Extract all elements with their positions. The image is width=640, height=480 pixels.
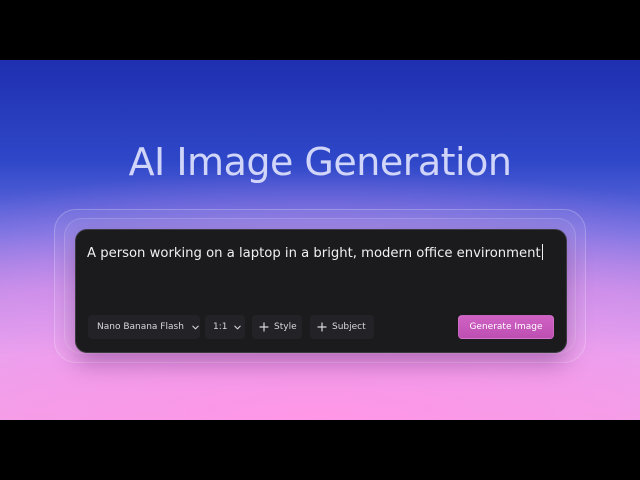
chevron-down-icon <box>233 323 242 332</box>
add-subject-label: Subject <box>332 322 366 332</box>
model-select[interactable]: Nano Banana Flash <box>88 315 200 339</box>
model-select-label: Nano Banana Flash <box>97 322 184 332</box>
prompt-card: A person working on a laptop in a bright… <box>75 229 567 353</box>
text-caret <box>541 244 543 260</box>
generate-image-button[interactable]: Generate Image <box>458 315 554 339</box>
plus-icon <box>317 322 327 332</box>
chevron-down-icon <box>191 323 200 332</box>
add-subject-button[interactable]: Subject <box>310 315 374 339</box>
plus-icon <box>259 322 269 332</box>
video-frame: AI Image Generation A person working on … <box>0 0 640 480</box>
hero-stage: AI Image Generation A person working on … <box>0 60 640 420</box>
add-style-label: Style <box>274 322 297 332</box>
add-style-button[interactable]: Style <box>252 315 302 339</box>
aspect-ratio-select[interactable]: 1:1 <box>205 315 245 339</box>
prompt-input[interactable]: A person working on a laptop in a bright… <box>87 244 557 261</box>
aspect-ratio-label: 1:1 <box>213 322 228 332</box>
page-title: AI Image Generation <box>128 140 512 184</box>
prompt-text: A person working on a laptop in a bright… <box>87 246 541 261</box>
